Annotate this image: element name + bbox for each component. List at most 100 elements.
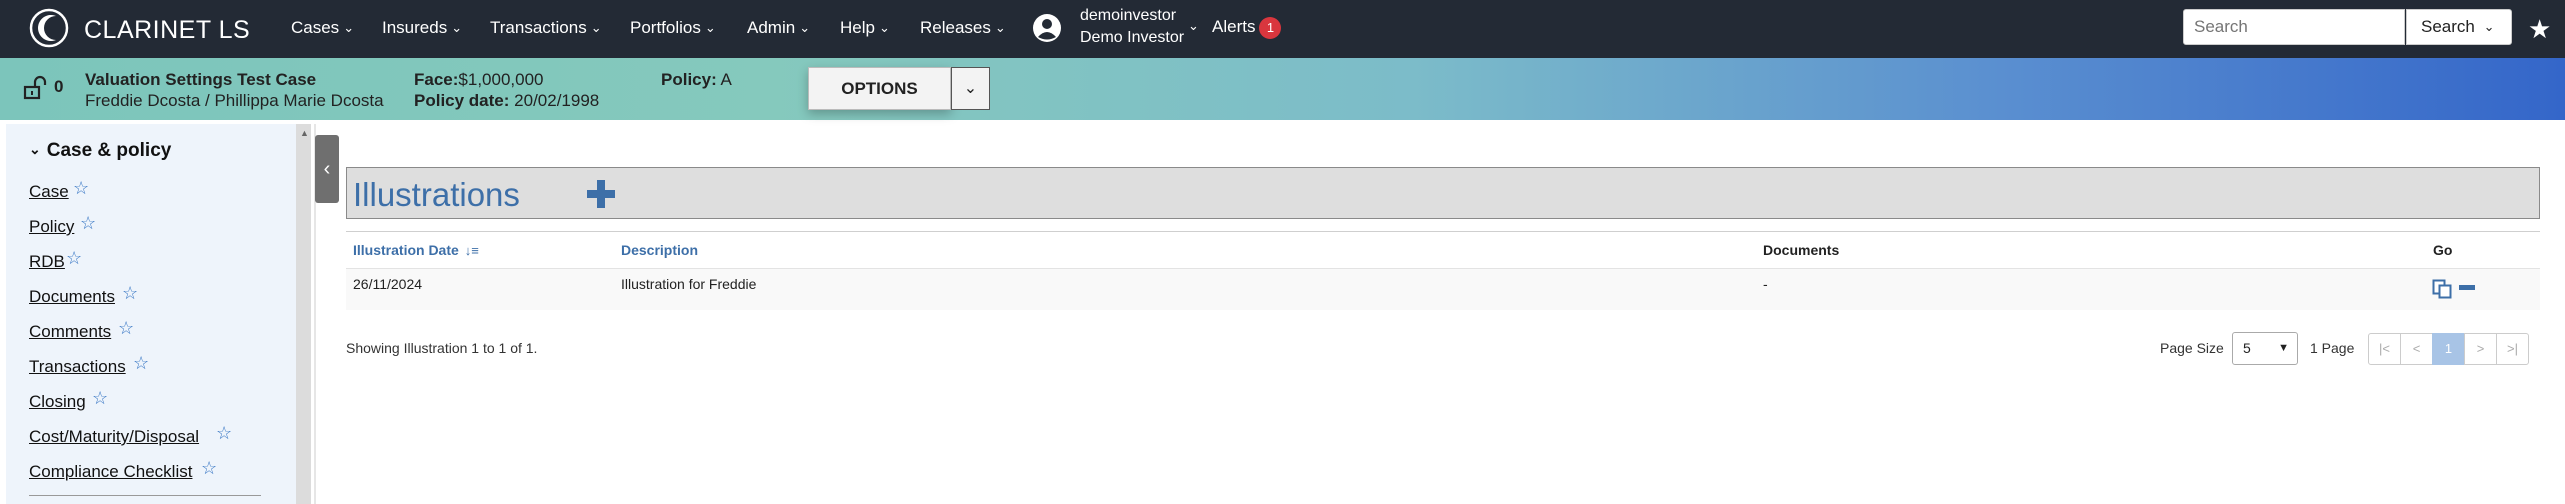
page-size-select[interactable]: 5 ▼	[2232, 332, 2298, 365]
illustrations-header	[346, 167, 2540, 219]
username: demoinvestor	[1080, 7, 1177, 24]
sidebar-item-closing[interactable]: Closing	[29, 392, 86, 412]
menu-cases-label: Cases	[291, 18, 340, 37]
unlock-icon[interactable]	[22, 75, 48, 101]
cell-documents: -	[1763, 276, 1768, 292]
user-menu[interactable]: demoinvestor Demo Investor	[1080, 5, 1184, 49]
menu-releases[interactable]: Releases ⌄	[920, 18, 1006, 38]
chevron-down-icon: ⌄	[878, 20, 890, 35]
star-outline-icon[interactable]: ☆	[122, 283, 138, 304]
user-display-name: Demo Investor	[1080, 29, 1185, 46]
policy-date-label: Policy date:	[414, 91, 510, 110]
collapse-sidebar-chevron-left-icon[interactable]: ‹	[315, 135, 339, 203]
illustrations-title: Illustrations	[353, 176, 520, 213]
sidebar-item-cost-maturity-disposal[interactable]: Cost/Maturity/Disposal	[29, 427, 199, 447]
menu-help-label: Help	[840, 18, 875, 37]
star-icon[interactable]: ★	[2528, 14, 2551, 45]
sidebar-item-case[interactable]: Case	[29, 182, 69, 202]
search-input[interactable]	[2183, 9, 2405, 45]
pagination-summary: Showing Illustration 1 to 1 of 1.	[346, 340, 538, 356]
search-button-label: Search	[2421, 17, 2475, 36]
search-button[interactable]: Search ⌄	[2406, 9, 2512, 45]
column-header-description[interactable]: Description	[621, 242, 698, 258]
current-page-button[interactable]: 1	[2432, 333, 2465, 365]
alerts-label: Alerts	[1212, 17, 1256, 36]
alerts-count-badge: 1	[1259, 17, 1282, 39]
menu-admin[interactable]: Admin ⌄	[747, 18, 810, 38]
sort-ascending-icon[interactable]: ↓≡	[465, 243, 479, 258]
cell-description: Illustration for Freddie	[621, 276, 757, 292]
sidebar-item-documents[interactable]: Documents	[29, 287, 115, 307]
first-page-button[interactable]: |<	[2368, 333, 2401, 365]
menu-transactions[interactable]: Transactions ⌄	[490, 18, 602, 38]
star-outline-icon[interactable]: ☆	[80, 213, 96, 234]
face-label: Face:	[414, 70, 459, 89]
lock-count: 0	[54, 77, 64, 96]
brand-name[interactable]: CLARINET LS	[84, 16, 250, 45]
face-amount: Face:$1,000,000	[414, 70, 544, 90]
policy-date: Policy date: 20/02/1998	[414, 91, 599, 111]
sidebar-section-case-policy[interactable]: ⌄ Case & policy	[29, 140, 171, 162]
sidebar-section-title: Case & policy	[46, 140, 172, 161]
column-header-documents: Documents	[1763, 242, 1840, 258]
policy-value: A	[720, 70, 732, 89]
pagination-controls: |< < 1 > >|	[2368, 333, 2529, 365]
policy-date-value: 20/02/1998	[514, 91, 600, 110]
chevron-down-icon: ⌄	[2483, 19, 2495, 34]
menu-releases-label: Releases	[920, 18, 991, 37]
alerts-menu[interactable]: Alerts 1	[1212, 17, 1282, 39]
chevron-down-icon: ⌄	[451, 20, 463, 35]
chevron-down-icon: ⌄	[29, 141, 41, 157]
last-page-button[interactable]: >|	[2496, 333, 2529, 365]
menu-portfolios[interactable]: Portfolios ⌄	[630, 18, 716, 38]
sidebar-item-comments[interactable]: Comments	[29, 322, 111, 342]
chevron-down-icon: ⌄	[590, 20, 602, 35]
sidebar-item-policy[interactable]: Policy	[29, 217, 74, 237]
chevron-down-icon: ⌄	[343, 20, 355, 35]
chevron-down-icon[interactable]: ⌄	[1188, 18, 1199, 34]
insured-names: Freddie Dcosta / Phillippa Marie Dcosta	[85, 91, 384, 110]
page-size-label: Page Size	[2160, 340, 2224, 356]
page-count: 1 Page	[2310, 340, 2355, 356]
policy-id: Policy: A	[661, 70, 732, 90]
previous-page-button[interactable]: <	[2400, 333, 2433, 365]
menu-insureds[interactable]: Insureds ⌄	[382, 18, 462, 38]
star-outline-icon[interactable]: ☆	[216, 423, 232, 444]
user-circle-icon[interactable]	[1032, 13, 1062, 43]
menu-cases[interactable]: Cases ⌄	[291, 18, 354, 38]
column-header-go: Go	[2433, 242, 2453, 258]
sidebar-item-rdb[interactable]: RDB	[29, 252, 65, 272]
chevron-down-icon: ⌄	[994, 20, 1006, 35]
star-outline-icon[interactable]: ☆	[201, 458, 217, 479]
star-outline-icon[interactable]: ☆	[133, 353, 149, 374]
sidebar-divider	[29, 495, 261, 496]
menu-portfolios-label: Portfolios	[630, 18, 701, 37]
sidebar-item-transactions[interactable]: Transactions	[29, 357, 126, 377]
star-outline-icon[interactable]: ☆	[92, 388, 108, 409]
cell-illustration-date: 26/11/2024	[353, 276, 423, 292]
copy-icon[interactable]	[2432, 279, 2452, 299]
menu-help[interactable]: Help ⌄	[840, 18, 890, 38]
chevron-down-icon: ⌄	[704, 20, 716, 35]
page-size-value: 5	[2243, 340, 2251, 356]
options-button[interactable]: OPTIONS	[808, 67, 951, 110]
menu-insureds-label: Insureds	[382, 18, 448, 37]
clarinet-logo-icon[interactable]	[28, 7, 70, 49]
chevron-down-icon[interactable]: ⌄	[951, 67, 990, 110]
sidebar-scrollbar[interactable]	[296, 124, 311, 504]
star-outline-icon[interactable]: ☆	[73, 178, 89, 199]
plus-icon[interactable]	[585, 178, 617, 210]
case-name: Valuation Settings Test Case	[85, 70, 317, 89]
column-header-illustration-date[interactable]: Illustration Date ↓≡	[353, 242, 479, 258]
star-outline-icon[interactable]: ☆	[66, 248, 82, 269]
next-page-button[interactable]: >	[2464, 333, 2497, 365]
menu-admin-label: Admin	[747, 18, 796, 37]
sidebar-item-compliance-checklist[interactable]: Compliance Checklist	[29, 462, 192, 482]
case-banner: 0 Valuation Settings Test Case Freddie D…	[0, 58, 2565, 120]
remove-minus-icon[interactable]	[2459, 285, 2475, 290]
chevron-down-icon: ⌄	[799, 20, 811, 35]
scroll-up-arrow-icon[interactable]: ▲	[300, 128, 309, 138]
face-value: $1,000,000	[458, 70, 544, 89]
menu-transactions-label: Transactions	[490, 18, 587, 37]
star-outline-icon[interactable]: ☆	[118, 318, 134, 339]
